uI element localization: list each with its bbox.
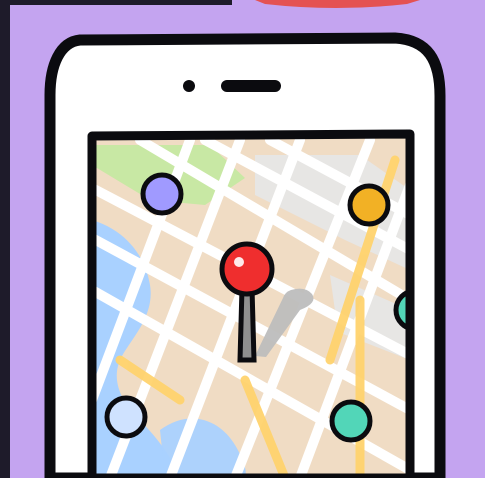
purple-dot-icon <box>140 172 184 216</box>
camera-dot-icon <box>183 80 195 92</box>
pin-needle <box>237 285 257 363</box>
left-dark-strip <box>0 0 10 478</box>
illustration-scene <box>0 0 485 478</box>
orange-dot-icon <box>347 183 391 227</box>
pin-highlight <box>234 257 244 267</box>
teal-dot-icon <box>329 399 373 443</box>
phone-map-illustration <box>0 0 485 478</box>
light-blue-dot-icon <box>104 395 148 439</box>
speaker-slot-icon <box>221 80 281 92</box>
pin-head <box>219 241 275 297</box>
top-dark-strip <box>10 0 232 5</box>
map-screen <box>92 134 410 478</box>
